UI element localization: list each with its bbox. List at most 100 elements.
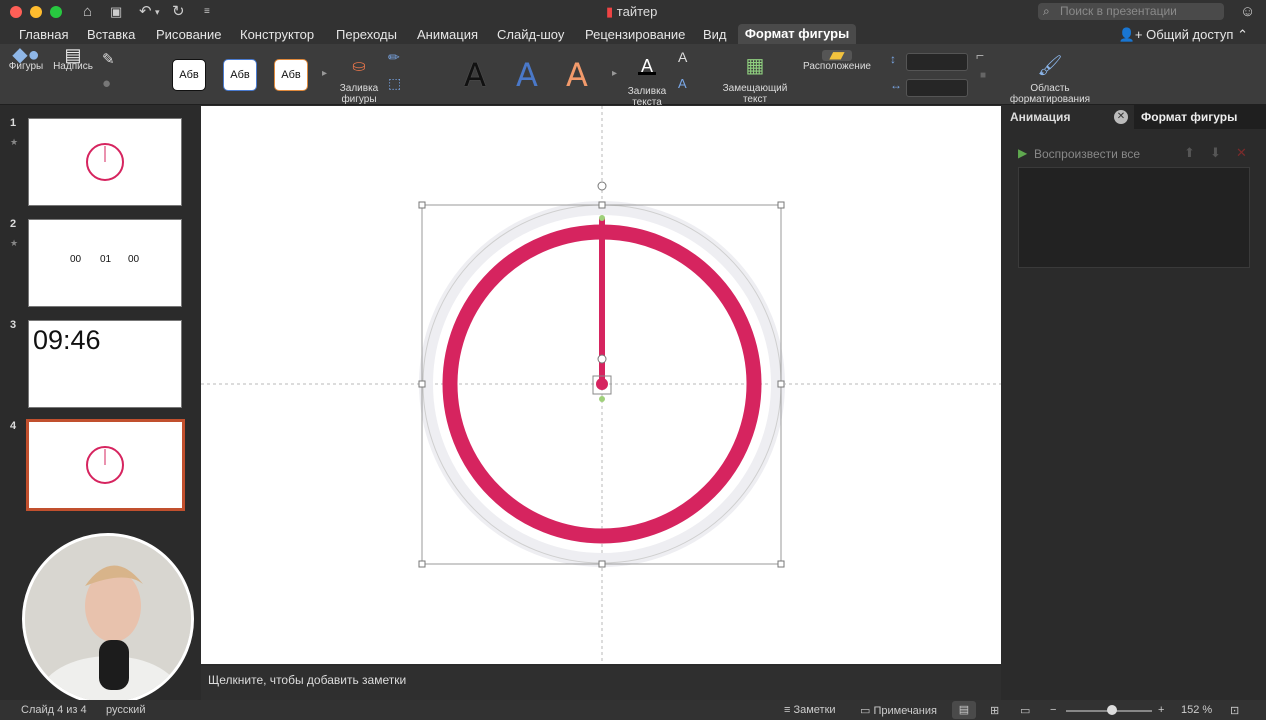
reading-view-icon[interactable]: ▭ [1020,704,1030,717]
status-bar: Слайд 4 из 4 русский ≡ Заметки ▭ Примеча… [0,700,1266,720]
language-indicator[interactable]: русский [106,704,145,716]
fit-slide-icon[interactable]: ⊡ [1230,704,1239,717]
delete-icon[interactable]: ✕ [1236,145,1247,161]
crop-corner-icon[interactable]: ⌐ [976,48,984,62]
text-outline-icon[interactable]: A [678,50,687,64]
shape-height-input[interactable] [906,53,968,71]
resize-handle[interactable] [418,380,426,388]
tab-format-shape-pane[interactable]: Формат фигуры [1134,105,1266,129]
tab-transitions[interactable]: Переходы [336,27,397,42]
presenter-video [25,536,191,702]
redo-icon[interactable]: ↻ [172,2,185,22]
share-button[interactable]: 👤+ Общий доступ ⌃ [1119,27,1248,43]
save-icon[interactable]: ▣ [110,2,122,22]
shape-width-input[interactable] [906,79,968,97]
shape-outline-icon[interactable]: ✏ [388,50,400,64]
slide-number: 1 [10,117,17,129]
shape-effects-icon[interactable]: ⬚ [388,76,401,90]
arrange-button[interactable]: ▰ Расположение [800,45,874,72]
search-placeholder: Поиск в презентации [1060,4,1177,18]
undo-menu-icon[interactable]: ▾ [155,2,160,22]
document-title-text: тайтер [616,4,658,19]
comments-toggle[interactable]: ▭ Примечания [860,704,937,717]
shape-style-1[interactable]: Абв [172,59,206,91]
slide-counter: Слайд 4 из 4 [21,704,87,716]
normal-view-icon[interactable]: ▤ [952,701,976,719]
height-icon: ↕ [890,52,896,66]
close-pane-icon[interactable]: ✕ [1114,110,1128,124]
search-icon: ⌕ [1043,4,1050,18]
edit-shape-icon[interactable]: ✎ [102,52,115,67]
styles-more-icon[interactable]: ▸ [322,68,327,79]
text-effects-icon[interactable]: A [678,77,687,90]
textbox-icon: ▤ [64,45,82,65]
animation-list[interactable] [1018,167,1250,268]
slide-thumbnail-1[interactable] [28,118,182,206]
shape-style-3[interactable]: Абв [274,59,308,91]
slide-thumbnail-3[interactable]: 09:46 [28,320,182,408]
notes-pane[interactable]: Щелкните, чтобы добавить заметки [201,666,1001,700]
resize-handle[interactable] [598,560,606,568]
slide-thumbnail-2[interactable]: 00 01 00 [28,219,182,307]
resize-handle[interactable] [777,201,785,209]
resize-handle[interactable] [777,380,785,388]
resize-handle[interactable] [418,560,426,568]
resize-handle[interactable] [418,201,426,209]
lock-aspect-icon[interactable]: ■ [980,70,986,81]
zoom-window-button[interactable] [50,6,62,18]
search-input[interactable]: ⌕ Поиск в презентации [1038,3,1224,20]
chevron-up-icon: ⌃ [1237,27,1248,42]
undo-icon[interactable]: ↶ [139,2,152,22]
textbox-button[interactable]: ▤ Надпись [52,45,94,72]
move-up-icon[interactable]: ⬆ [1184,145,1195,161]
hand-pivot[interactable] [596,378,608,390]
wordart-style-black[interactable]: A [464,56,486,94]
textbox-label: Надпись [53,61,93,72]
slide-thumbnail-4[interactable] [26,419,185,511]
notes-toggle[interactable]: ≡ Заметки [784,704,836,716]
sorter-view-icon[interactable]: ⊞ [990,704,999,717]
paintbrush-icon: 🖌 [1037,55,1063,77]
tab-slideshow[interactable]: Слайд-шоу [497,27,564,42]
share-label: Общий доступ [1146,27,1234,42]
timer-value: 00 [70,254,82,265]
tab-animation-pane[interactable]: Анимация [1010,110,1070,124]
tab-review[interactable]: Рецензирование [585,27,685,42]
minimize-window-button[interactable] [30,6,42,18]
merge-shapes-icon[interactable]: ● [102,76,111,91]
zoom-in-icon[interactable]: + [1158,704,1164,716]
play-all-button[interactable]: Воспроизвести все [1034,147,1140,161]
zoom-out-icon[interactable]: − [1050,704,1056,716]
animation-star-icon: ★ [10,137,19,147]
wordart-style-blue[interactable]: A [516,56,538,94]
rotate-handle-icon[interactable] [597,181,607,191]
customize-toolbar-icon[interactable]: ≡ [204,2,210,22]
wordart-style-orange[interactable]: A [566,56,588,94]
shape-style-2[interactable]: Абв [223,59,257,91]
slide-canvas[interactable] [201,106,1001,664]
zoom-slider-thumb[interactable] [1106,705,1117,715]
resize-handle[interactable] [777,560,785,568]
notes-label: Заметки [793,704,836,716]
webcam-overlay [22,533,194,705]
close-window-button[interactable] [10,6,22,18]
resize-handle[interactable] [598,201,606,209]
tab-animations[interactable]: Анимация [417,27,478,42]
play-icon[interactable]: ▶ [1018,146,1027,160]
tab-insert[interactable]: Вставка [87,27,135,42]
tab-view[interactable]: Вид [703,27,727,42]
wordart-more-icon[interactable]: ▸ [612,68,617,79]
move-down-icon[interactable]: ⬇ [1210,145,1221,161]
hand-rotate-handle-icon[interactable] [597,354,607,364]
tab-shape-format[interactable]: Формат фигуры [738,24,856,44]
tab-design[interactable]: Конструктор [240,27,314,42]
home-icon[interactable]: ⌂ [83,2,92,22]
zoom-level[interactable]: 152 % [1181,704,1212,716]
hand-adjust-handle[interactable] [599,396,605,402]
user-icon[interactable]: ☺ [1240,2,1255,22]
animation-star-icon: ★ [10,238,19,248]
adjust-handle[interactable] [599,215,605,221]
tab-home[interactable]: Главная [19,27,68,42]
tab-draw[interactable]: Рисование [156,27,221,42]
shapes-button[interactable]: ◆● Фигуры [6,45,46,72]
